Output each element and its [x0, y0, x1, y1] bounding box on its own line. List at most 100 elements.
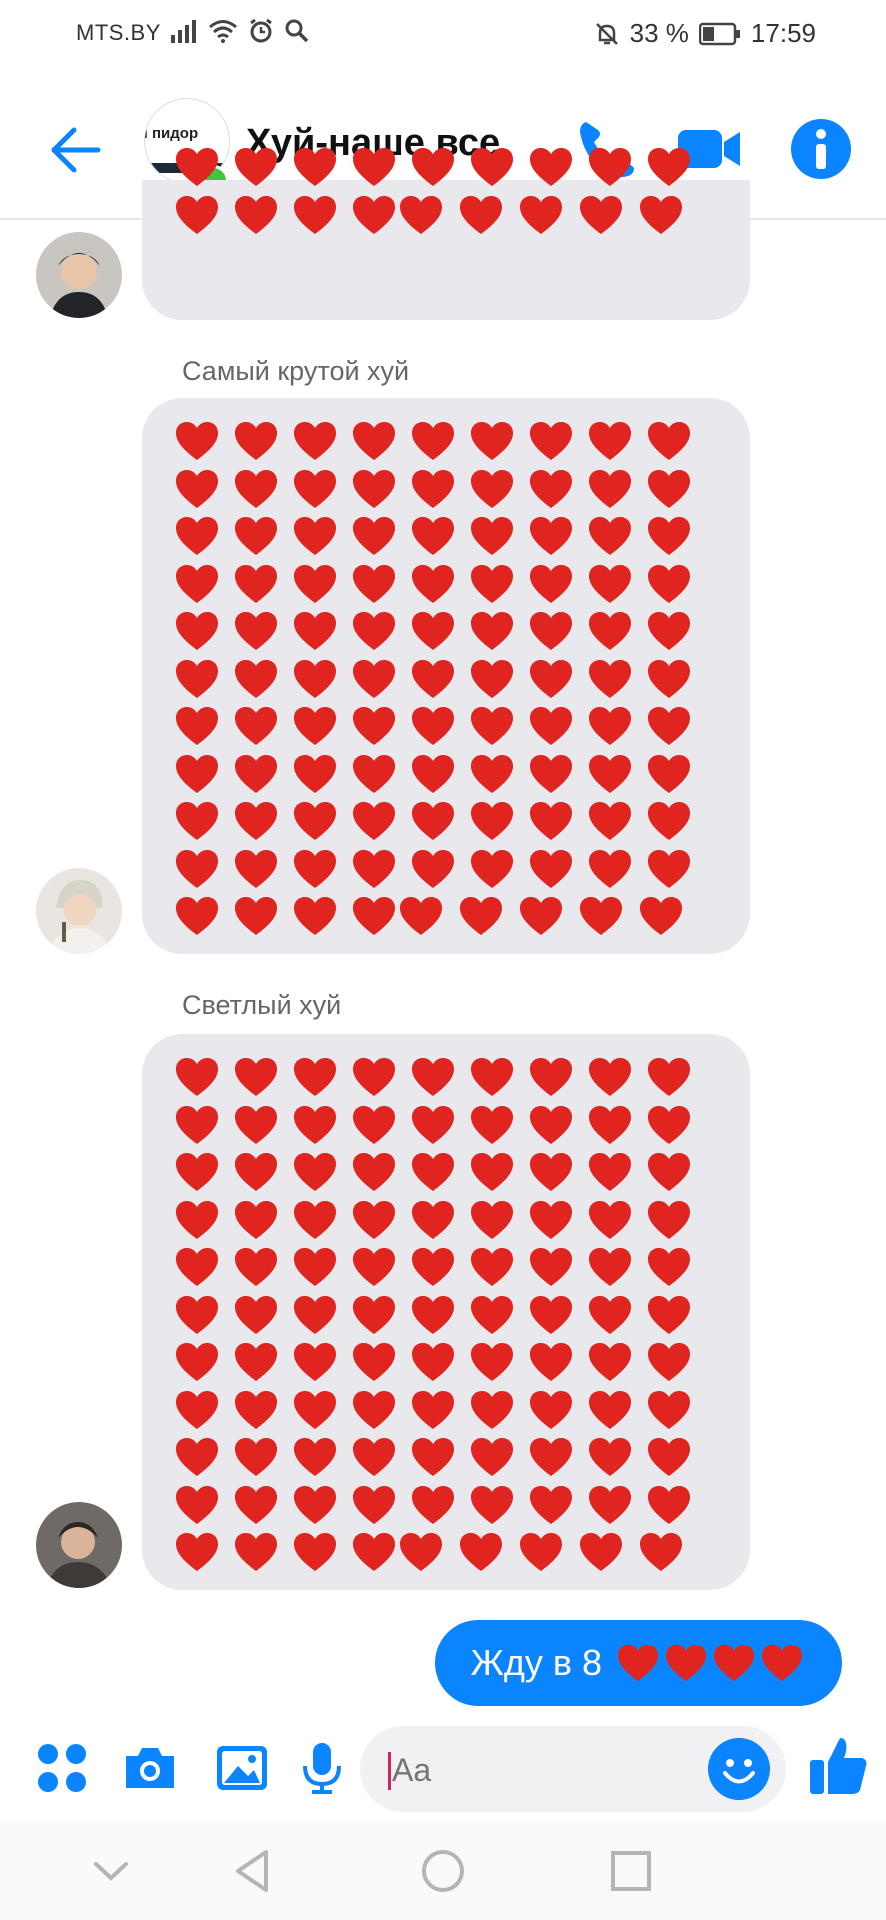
- heart-emoji: [176, 1105, 218, 1144]
- heart-emoji: [589, 1153, 631, 1191]
- heart-emoji: [353, 1295, 395, 1334]
- heart-emoji: [520, 195, 562, 234]
- heart-emoji: [530, 802, 572, 840]
- heart-emoji: [589, 1058, 631, 1096]
- heart-emoji: [412, 1295, 454, 1334]
- heart-emoji: [235, 1533, 277, 1571]
- heart-emoji: [176, 612, 218, 650]
- heart-emoji: [294, 469, 336, 508]
- heart-emoji: [353, 849, 395, 888]
- heart-emoji: [412, 469, 454, 508]
- heart-emoji: [176, 517, 218, 555]
- heart-emoji: [471, 148, 513, 186]
- nav-home-icon[interactable]: [418, 1846, 468, 1896]
- avatar-photo-3: [36, 1502, 122, 1588]
- own-message-bubble[interactable]: Жду в 8: [434, 1620, 842, 1706]
- camera-icon[interactable]: [122, 1740, 178, 1796]
- heart-emoji: [589, 1438, 631, 1476]
- heart-emoji: [648, 1295, 690, 1334]
- heart-emoji: [530, 517, 572, 555]
- sender-avatar-1[interactable]: [36, 232, 122, 318]
- heart-emoji: [530, 1343, 572, 1381]
- gallery-icon[interactable]: [214, 1740, 270, 1796]
- heart-emoji: [235, 195, 277, 234]
- heart-emoji: [589, 802, 631, 840]
- heart-emoji: [471, 612, 513, 650]
- heart-emoji: [353, 469, 395, 508]
- thumbs-up-icon[interactable]: [808, 1734, 870, 1798]
- heart-emoji: [471, 754, 513, 793]
- heart-emoji: [176, 849, 218, 888]
- heart-emoji: [353, 1200, 395, 1239]
- heart-emoji: [589, 754, 631, 793]
- carrier-name: MTS.BY: [76, 20, 161, 45]
- heart-emoji: [530, 1248, 572, 1286]
- chevron-down-icon[interactable]: [86, 1846, 136, 1896]
- heart-emoji: [235, 897, 277, 935]
- heart-emoji: [530, 849, 572, 888]
- heart-emoji: [589, 612, 631, 650]
- heart-emoji: [471, 802, 513, 840]
- battery-percent: 33 %: [629, 18, 689, 48]
- heart-emoji: [400, 1533, 442, 1571]
- heart-emoji: [648, 612, 690, 650]
- own-message-hearts: [616, 1643, 804, 1683]
- heart-emoji: [412, 422, 454, 460]
- heart-emoji: [471, 849, 513, 888]
- heart-emoji: [530, 1153, 572, 1191]
- emoji-icon[interactable]: [708, 1738, 770, 1800]
- heart-emoji: [176, 1200, 218, 1239]
- heart-emoji: [294, 1485, 336, 1524]
- heart-emoji: [471, 1248, 513, 1286]
- battery-icon: [698, 22, 740, 45]
- heart-emoji: [412, 1343, 454, 1381]
- heart-emoji: [294, 1200, 336, 1239]
- sender-avatar-3[interactable]: [36, 1502, 122, 1588]
- message-bubble-3[interactable]: [142, 1034, 750, 1590]
- message-bubble-1[interactable]: [142, 148, 750, 320]
- heart-emoji: [471, 707, 513, 745]
- heart-emoji: [235, 1438, 277, 1476]
- sender-avatar-2[interactable]: [36, 868, 122, 954]
- heart-emoji: [471, 469, 513, 508]
- heart-emoji: [580, 195, 622, 234]
- heart-emoji: [353, 1485, 395, 1524]
- microphone-icon[interactable]: [294, 1740, 350, 1796]
- heart-emoji: [176, 707, 218, 745]
- heart-emoji: [412, 612, 454, 650]
- heart-emoji: [400, 195, 442, 234]
- nav-recents-icon[interactable]: [606, 1846, 656, 1896]
- avatar-photo-1: [36, 232, 122, 318]
- heart-emoji: [589, 1485, 631, 1524]
- heart-emoji: [176, 1343, 218, 1381]
- heart-emoji: [294, 564, 336, 603]
- heart-emoji: [235, 148, 277, 186]
- heart-emoji: [353, 564, 395, 603]
- message-bubble-2[interactable]: [142, 398, 750, 954]
- heart-emoji: [294, 1058, 336, 1096]
- heart-emoji: [520, 1533, 562, 1571]
- heart-emoji: [640, 195, 682, 234]
- heart-emoji: [648, 1343, 690, 1381]
- sender-name-3: Светлый хуй: [182, 990, 342, 1020]
- heart-emoji: [580, 897, 622, 935]
- heart-emoji: [176, 469, 218, 508]
- heart-emoji: [460, 1533, 502, 1571]
- status-icons: [170, 18, 310, 44]
- heart-emoji: [353, 754, 395, 793]
- system-nav-bar: [0, 1820, 886, 1920]
- heart-emoji: [589, 659, 631, 698]
- heart-emoji: [235, 564, 277, 603]
- message-input[interactable]: [390, 1726, 694, 1814]
- heart-emoji: [412, 659, 454, 698]
- back-arrow-icon[interactable]: [46, 120, 106, 180]
- heart-emoji: [353, 1438, 395, 1476]
- info-icon[interactable]: [786, 114, 856, 184]
- apps-menu-icon[interactable]: [34, 1740, 90, 1796]
- nav-back-icon[interactable]: [228, 1846, 278, 1896]
- heart-emoji: [530, 422, 572, 460]
- heart-emoji: [471, 1438, 513, 1476]
- heart-emoji: [471, 517, 513, 555]
- heart-emoji: [235, 1485, 277, 1524]
- heart-emoji: [294, 1343, 336, 1381]
